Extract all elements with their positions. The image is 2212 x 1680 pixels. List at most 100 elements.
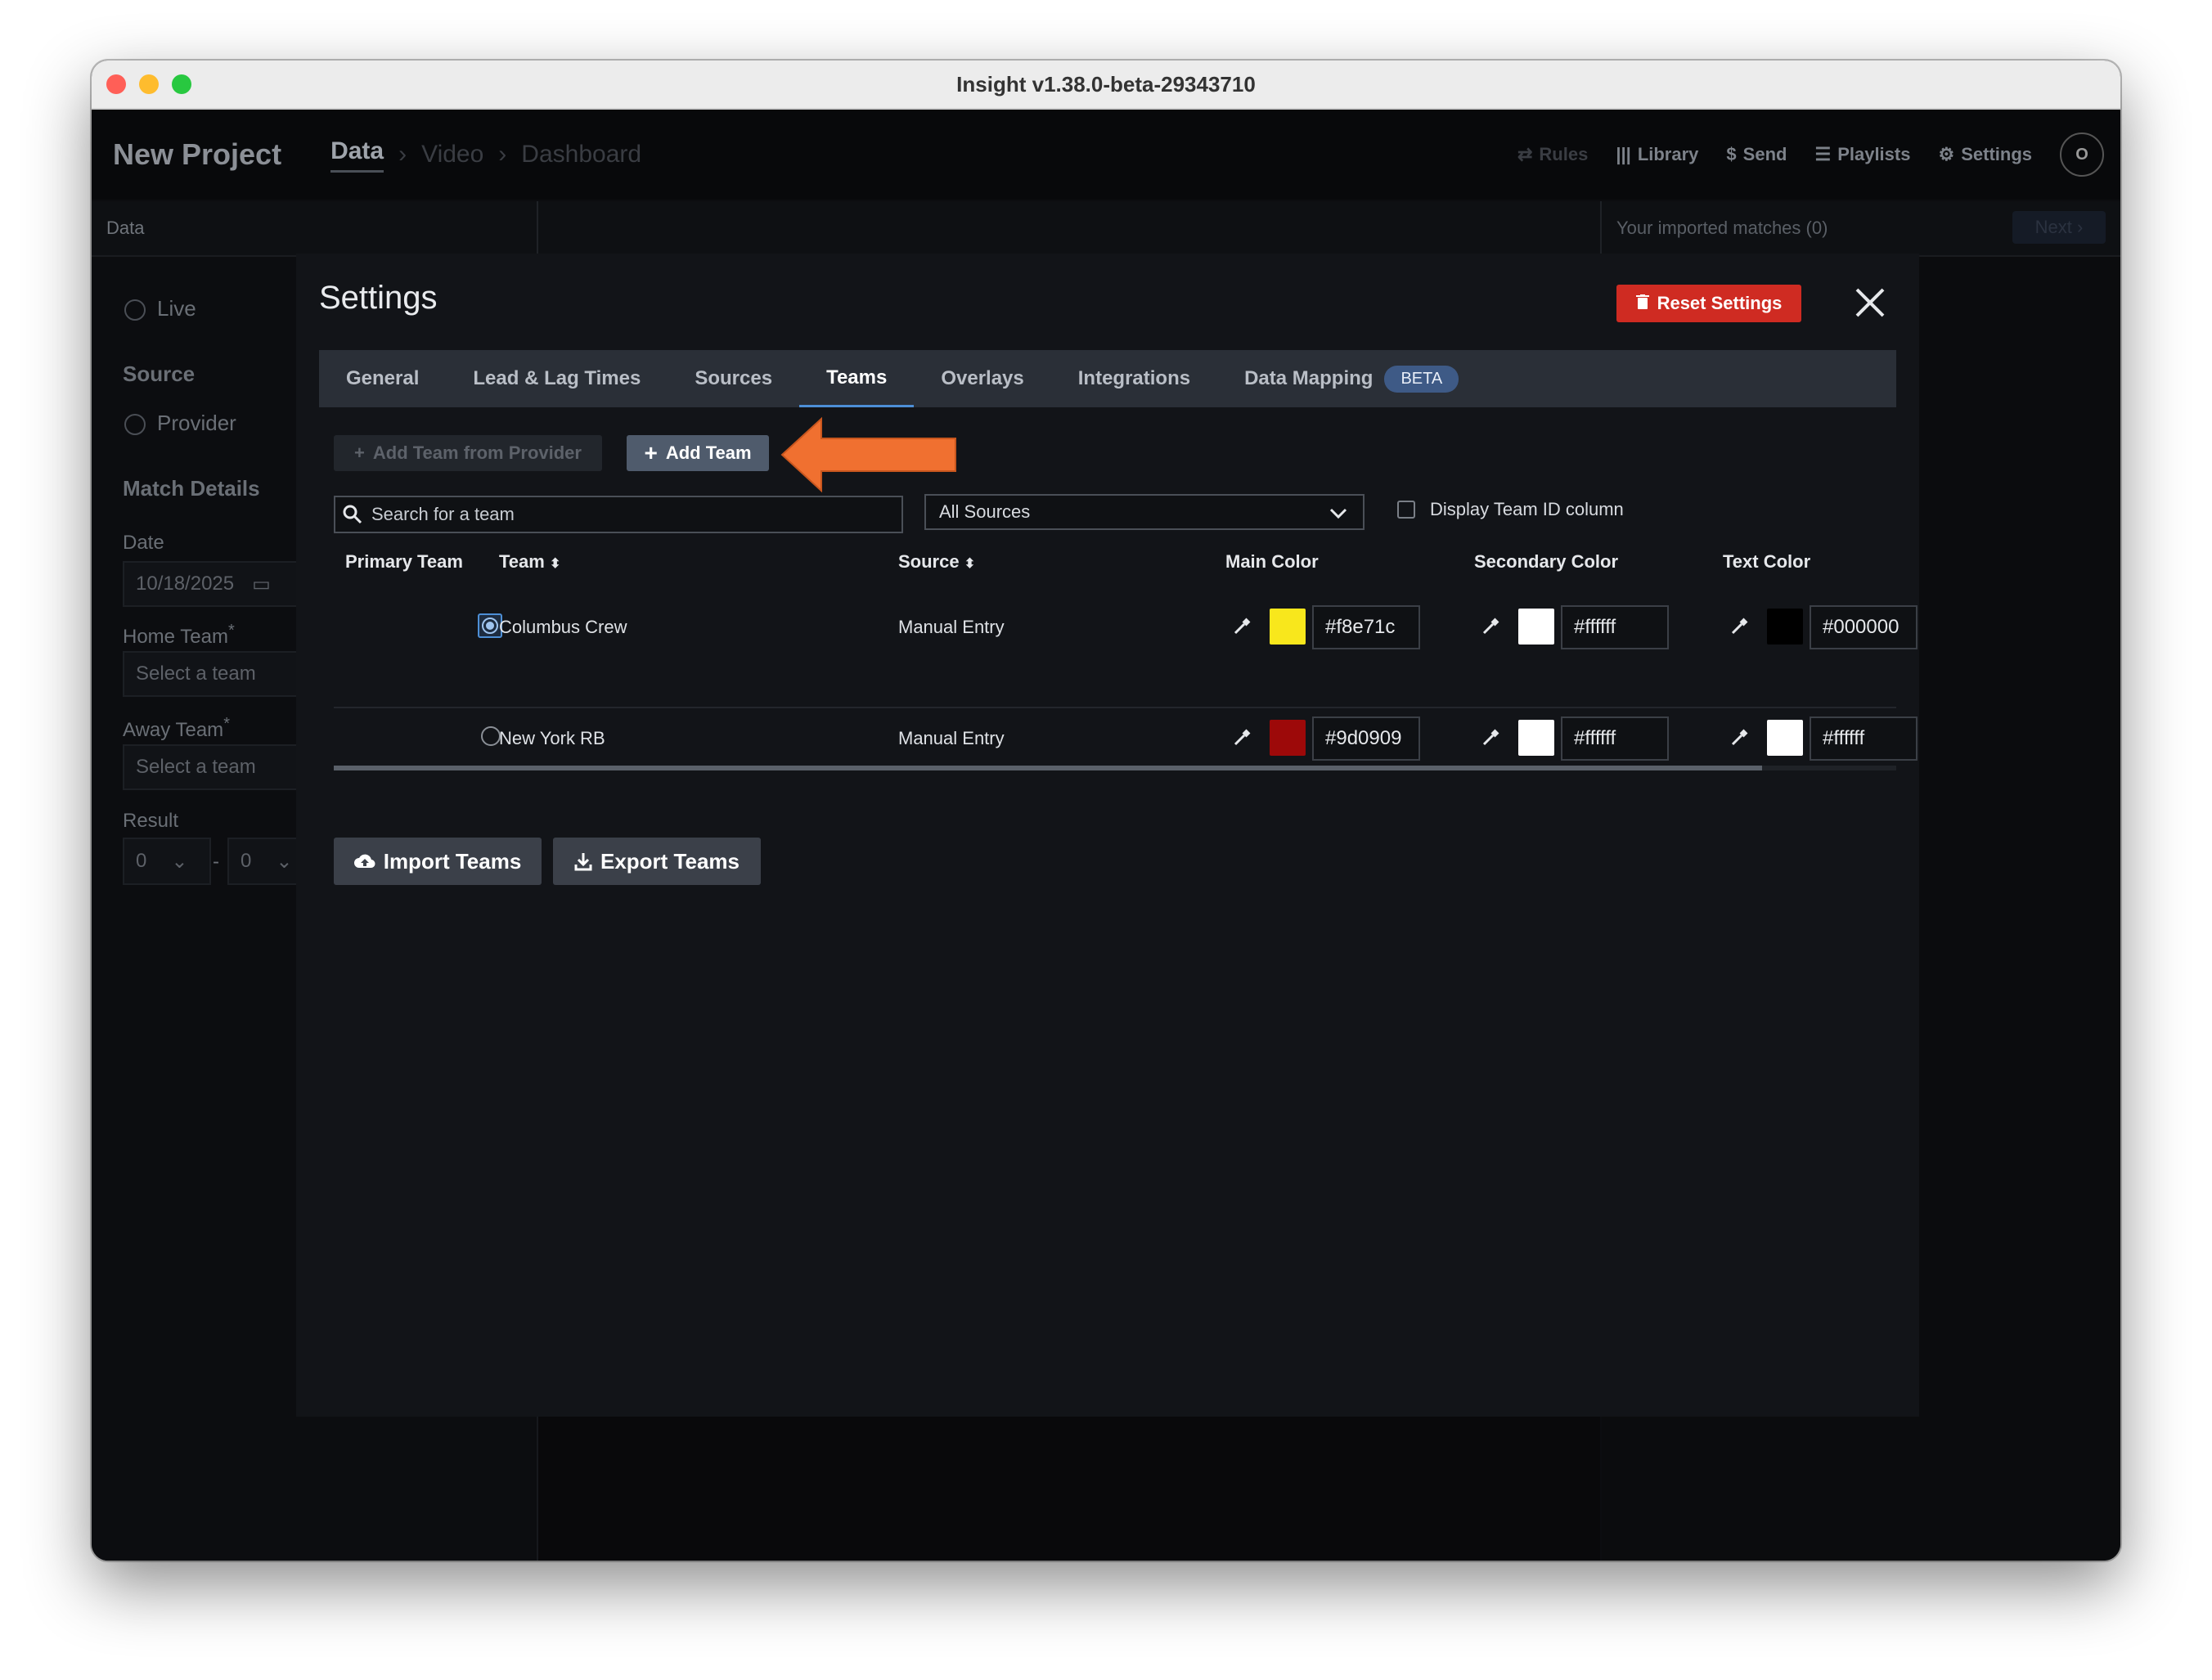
nav-library[interactable]: ||| Library	[1616, 144, 1698, 165]
minimize-window-button[interactable]	[139, 74, 159, 94]
add-team-button[interactable]: + Add Team	[627, 435, 769, 471]
text-color-swatch[interactable]	[1767, 720, 1803, 756]
live-option[interactable]: Live	[124, 296, 196, 321]
modal-title: Settings	[319, 280, 438, 316]
secondary-color-swatch[interactable]	[1518, 609, 1554, 645]
home-team-label: Home Team*	[123, 622, 235, 648]
column-team[interactable]: Team ⬍	[499, 551, 560, 573]
horizontal-scrollbar[interactable]	[334, 766, 1896, 770]
settings-modal: Settings Reset Settings General Lead & L…	[296, 254, 1919, 1417]
reset-settings-button[interactable]: Reset Settings	[1616, 285, 1801, 322]
tab-general[interactable]: General	[319, 350, 446, 407]
eyedropper-icon[interactable]	[1232, 728, 1252, 748]
column-primary-team: Primary Team	[345, 551, 463, 572]
main-color-swatch[interactable]	[1270, 609, 1306, 645]
playlist-icon: ☰	[1814, 144, 1832, 164]
library-icon: |||	[1616, 144, 1631, 164]
chevron-down-icon: ⌄	[171, 850, 188, 873]
display-team-id-checkbox[interactable]	[1397, 501, 1415, 519]
secondary-color-input[interactable]: #ffffff	[1561, 716, 1669, 761]
eyedropper-icon[interactable]	[1729, 617, 1749, 636]
close-window-button[interactable]	[106, 74, 126, 94]
settings-tabs: General Lead & Lag Times Sources Teams O…	[319, 350, 1896, 407]
next-button[interactable]: Next ›	[2012, 211, 2106, 244]
eyedropper-icon[interactable]	[1481, 617, 1500, 636]
breadcrumb: Data › Video › Dashboard	[330, 137, 641, 173]
zoom-window-button[interactable]	[172, 74, 191, 94]
nav-playlists[interactable]: ☰ Playlists	[1814, 144, 1910, 165]
match-details-heading: Match Details	[123, 476, 260, 501]
team-search-input[interactable]: Search for a team	[334, 496, 903, 533]
breadcrumb-dashboard[interactable]: Dashboard	[521, 141, 641, 168]
import-teams-button[interactable]: Import Teams	[334, 838, 542, 885]
beta-badge: BETA	[1384, 365, 1459, 393]
main-color-input[interactable]: #9d0909	[1312, 716, 1420, 761]
result-separator: -	[213, 851, 219, 873]
home-team-select[interactable]: Select a team	[123, 651, 309, 697]
download-icon	[574, 853, 592, 871]
nav-rules[interactable]: ⇄ Rules	[1517, 144, 1588, 165]
top-nav: New Project Data › Video › Dashboard ⇄ Ru…	[92, 110, 2120, 200]
team-name: Columbus Crew	[499, 617, 627, 637]
chevron-right-icon: ›	[398, 141, 407, 168]
column-secondary-color: Secondary Color	[1474, 551, 1619, 572]
tab-sources[interactable]: Sources	[668, 350, 799, 407]
divider	[1600, 201, 1602, 255]
imported-matches-label: Your imported matches (0)	[1616, 218, 1828, 238]
main-color-input[interactable]: #f8e71c	[1312, 605, 1420, 649]
main-color-swatch[interactable]	[1270, 720, 1306, 756]
secondary-color-swatch[interactable]	[1518, 720, 1554, 756]
tab-integrations[interactable]: Integrations	[1051, 350, 1217, 407]
tab-data-mapping[interactable]: Data Mapping BETA	[1217, 350, 1486, 407]
eyedropper-icon[interactable]	[1232, 617, 1252, 636]
eyedropper-icon[interactable]	[1481, 728, 1500, 748]
text-color-input[interactable]: #ffffff	[1810, 716, 1918, 761]
plus-icon: +	[354, 442, 365, 463]
tab-overlays[interactable]: Overlays	[914, 350, 1050, 407]
source-heading: Source	[123, 362, 196, 386]
sub-header: Data Your imported matches (0) Next ›	[92, 201, 2120, 257]
export-teams-button[interactable]: Export Teams	[553, 838, 761, 885]
window-title: Insight v1.38.0-beta-29343710	[956, 71, 1256, 97]
breadcrumb-video[interactable]: Video	[421, 141, 483, 168]
text-color-input[interactable]: #000000	[1810, 605, 1918, 649]
cloud-upload-icon	[353, 854, 375, 869]
chevron-right-icon: ›	[498, 141, 507, 168]
window-controls	[106, 74, 191, 94]
date-label: Date	[123, 532, 164, 554]
column-main-color: Main Color	[1225, 551, 1319, 572]
source-filter-select[interactable]: All Sources	[924, 494, 1365, 530]
send-icon: $	[1726, 144, 1737, 164]
secondary-color-input[interactable]: #ffffff	[1561, 605, 1669, 649]
date-input[interactable]: 10/18/2025 ▭	[123, 561, 301, 607]
column-source[interactable]: Source ⬍	[898, 551, 975, 573]
away-team-select[interactable]: Select a team	[123, 744, 309, 790]
section-label: Data	[106, 218, 145, 238]
nav-settings[interactable]: ⚙ Settings	[1938, 144, 2032, 165]
app-window: Insight v1.38.0-beta-29343710 New Projec…	[92, 61, 2120, 1561]
close-modal-button[interactable]	[1852, 285, 1888, 321]
add-team-from-provider-button[interactable]: + Add Team from Provider	[334, 435, 602, 471]
close-icon	[1855, 288, 1885, 317]
breadcrumb-data[interactable]: Data	[330, 137, 384, 173]
team-name: New York RB	[499, 728, 605, 748]
tab-teams[interactable]: Teams	[799, 350, 915, 407]
calendar-icon: ▭	[252, 573, 271, 595]
scrollbar-thumb[interactable]	[334, 766, 1762, 770]
avatar[interactable]: O	[2060, 133, 2104, 177]
result-home-select[interactable]: 0 ⌄	[123, 838, 211, 885]
nav-send[interactable]: $ Send	[1726, 144, 1787, 165]
divider	[537, 201, 538, 255]
chevron-down-icon	[1329, 508, 1347, 519]
column-text-color: Text Color	[1723, 551, 1811, 572]
sort-icon: ⬍	[549, 557, 561, 571]
display-team-id-toggle[interactable]: Display Team ID column	[1397, 499, 1624, 520]
trash-icon	[1635, 293, 1649, 314]
provider-option[interactable]: Provider	[124, 411, 236, 436]
tab-lead-lag-times[interactable]: Lead & Lag Times	[446, 350, 668, 407]
text-color-swatch[interactable]	[1767, 609, 1803, 645]
result-label: Result	[123, 810, 179, 832]
eyedropper-icon[interactable]	[1729, 728, 1749, 748]
plus-icon: +	[644, 440, 658, 465]
primary-team-radio[interactable]	[481, 726, 501, 746]
